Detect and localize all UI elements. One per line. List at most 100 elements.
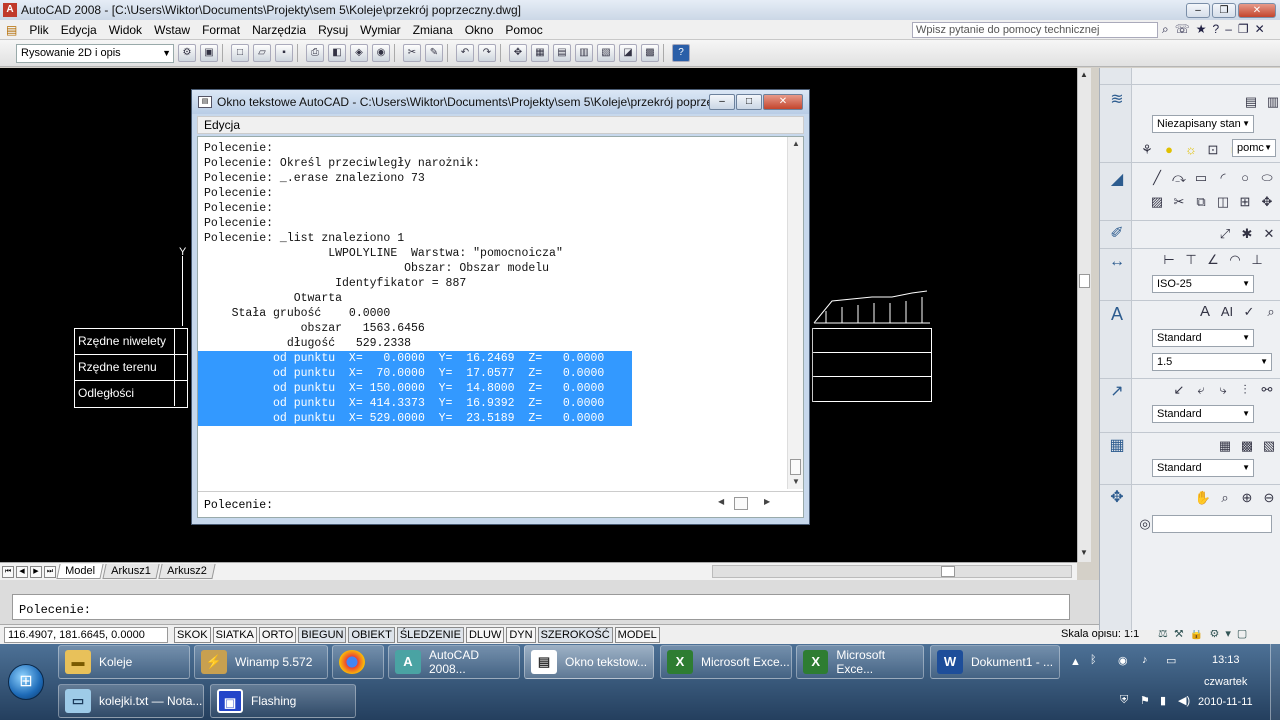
- tab-model[interactable]: Model: [56, 564, 104, 579]
- prev-tab-icon[interactable]: ◀: [16, 565, 28, 578]
- named-views-select[interactable]: [1152, 515, 1272, 533]
- cut-icon[interactable]: ✂: [403, 44, 421, 62]
- zoom-previous-icon[interactable]: ⊖: [1260, 489, 1278, 507]
- first-tab-icon[interactable]: ⏮: [2, 565, 14, 578]
- export-table-icon[interactable]: ▧: [1260, 437, 1278, 455]
- properties-icon[interactable]: ▦: [531, 44, 549, 62]
- help-button-icon[interactable]: ?: [672, 44, 690, 62]
- taskbar-excel-2[interactable]: X Microsoft Exce...: [796, 645, 924, 679]
- text-window-minimize-button[interactable]: –: [709, 94, 735, 110]
- hatch-icon[interactable]: ▨: [1148, 193, 1166, 211]
- toggle-dyn[interactable]: DYN: [506, 626, 536, 643]
- drawing-vertical-scrollbar[interactable]: ▲ ▼: [1077, 68, 1091, 562]
- undo-icon[interactable]: ↶: [456, 44, 474, 62]
- taskbar-text-window[interactable]: ▤ Okno tekstow...: [524, 645, 654, 679]
- table-style-icon[interactable]: ▩: [1238, 437, 1256, 455]
- show-desktop-button[interactable]: [1270, 644, 1280, 720]
- toggle-obiekt[interactable]: OBIEKT: [348, 626, 395, 643]
- menu-edycja-text-window[interactable]: Edycja: [204, 118, 240, 132]
- zoom-window-icon[interactable]: ⊕: [1238, 489, 1256, 507]
- text-height-select[interactable]: 1.5 ▼: [1152, 353, 1272, 371]
- remove-leader-icon[interactable]: ⤷: [1214, 381, 1232, 399]
- lightbulb-icon[interactable]: ●: [1160, 141, 1178, 159]
- collect-leader-icon[interactable]: ⚯: [1258, 381, 1276, 399]
- arc-icon[interactable]: ◜: [1214, 169, 1232, 187]
- start-button[interactable]: ⊞: [8, 664, 44, 700]
- new-file-icon[interactable]: □: [231, 44, 249, 62]
- toggle-siatka[interactable]: SIATKA: [212, 626, 257, 643]
- linear-dim-icon[interactable]: ⊢: [1160, 251, 1178, 269]
- command-line-input[interactable]: Polecenie:: [12, 594, 1070, 620]
- publish-icon[interactable]: ◈: [350, 44, 368, 62]
- favorites-icon[interactable]: ★: [1196, 22, 1207, 37]
- autocad-app-icon[interactable]: A: [3, 3, 17, 17]
- taskbar-chrome[interactable]: [332, 645, 384, 679]
- region-icon[interactable]: ◫: [1214, 193, 1232, 211]
- move-icon[interactable]: ✥: [1258, 193, 1276, 211]
- clock-date[interactable]: 2010-11-11: [1198, 696, 1253, 708]
- coordinates-readout[interactable]: 116.4907, 181.6645, 0.0000: [4, 626, 168, 643]
- lock-icon[interactable]: ⊡: [1204, 141, 1222, 159]
- toggle-biegun[interactable]: BIEGUN: [298, 626, 347, 643]
- layer-state-select[interactable]: Niezapisany stan ▼: [1152, 115, 1254, 133]
- mleader-icon[interactable]: ↙: [1170, 381, 1188, 399]
- search-icon[interactable]: ⌕: [1162, 22, 1169, 37]
- text-window-vertical-scrollbar[interactable]: ▲ ▼: [787, 137, 803, 489]
- mleader-style-select[interactable]: Standard ▼: [1152, 405, 1254, 423]
- sun-icon[interactable]: ☼: [1182, 141, 1200, 159]
- scroll-left-icon[interactable]: ◀: [718, 497, 724, 506]
- restore-button[interactable]: ❐: [1212, 2, 1236, 18]
- menu-zmiana[interactable]: Zmiana: [407, 23, 459, 37]
- text-window-prompt[interactable]: Polecenie:: [204, 499, 273, 512]
- doc-restore-icon[interactable]: ❐: [1238, 22, 1249, 37]
- menu-narzedzia[interactable]: Narzędzia: [246, 23, 312, 37]
- scroll-down-icon[interactable]: ▼: [792, 477, 800, 486]
- redo-icon[interactable]: ↷: [478, 44, 496, 62]
- menu-widok[interactable]: Widok: [103, 23, 148, 37]
- dtext-icon[interactable]: AI: [1218, 303, 1236, 321]
- baseline-dim-icon[interactable]: ⊥: [1248, 251, 1266, 269]
- mirror-icon[interactable]: ⧉: [1192, 193, 1210, 211]
- text-style-select[interactable]: Standard ▼: [1152, 329, 1254, 347]
- doc-minimize-icon[interactable]: –: [1225, 22, 1232, 37]
- design-web-icon[interactable]: ◉: [372, 44, 390, 62]
- last-tab-icon[interactable]: ⏭: [44, 565, 56, 578]
- menu-edycja[interactable]: Edycja: [55, 23, 103, 37]
- ellipse-icon[interactable]: ⬭: [1258, 169, 1276, 187]
- layer-select[interactable]: pomc ▼: [1232, 139, 1276, 157]
- spell-check-icon[interactable]: ✓: [1240, 303, 1258, 321]
- polyline-icon[interactable]: ⤼: [1170, 169, 1188, 187]
- taskbar-winamp[interactable]: ⚡ Winamp 5.572: [194, 645, 328, 679]
- design-center-icon[interactable]: ▤: [553, 44, 571, 62]
- command-history-log[interactable]: Polecenie: Polecenie: Określ przeciwległy…: [198, 141, 784, 426]
- taskbar-excel-1[interactable]: X Microsoft Exce...: [660, 645, 792, 679]
- doc-menu-icon[interactable]: ▤: [0, 23, 23, 37]
- rectangle-icon[interactable]: ▭: [1192, 169, 1210, 187]
- stretch-icon[interactable]: ⤢: [1216, 225, 1234, 243]
- scroll-up-icon[interactable]: ▲: [792, 139, 800, 148]
- plot-preview-icon[interactable]: ◧: [328, 44, 346, 62]
- calculator-icon[interactable]: ▩: [641, 44, 659, 62]
- tab-arkusz2[interactable]: Arkusz2: [158, 564, 216, 579]
- layer-state-icon[interactable]: ▥: [1264, 93, 1280, 111]
- pan-icon[interactable]: ✥: [509, 44, 527, 62]
- toggle-sledzenie[interactable]: ŚLEDZENIE: [396, 626, 464, 643]
- workspace-select[interactable]: Rysowanie 2D i opis ▼: [16, 43, 174, 63]
- scroll-up-icon[interactable]: ▲: [1080, 70, 1088, 79]
- insert-table-icon[interactable]: ▦: [1216, 437, 1234, 455]
- bluetooth-icon[interactable]: ᛒ: [1090, 654, 1097, 666]
- explode-icon[interactable]: ✱: [1238, 225, 1256, 243]
- doc-close-icon[interactable]: ✕: [1255, 22, 1265, 37]
- text-window-titlebar[interactable]: ▤ Okno tekstowe AutoCAD - C:\Users\Wikto…: [192, 90, 809, 114]
- menu-wstaw[interactable]: Wstaw: [148, 23, 196, 37]
- text-window-maximize-button[interactable]: □: [736, 94, 762, 110]
- communication-center-icon[interactable]: ☏: [1175, 22, 1190, 37]
- match-properties-icon[interactable]: ✎: [425, 44, 443, 62]
- workspace-save-icon[interactable]: ▣: [200, 44, 218, 62]
- scroll-thumb[interactable]: [941, 566, 955, 577]
- dim-style-select[interactable]: ISO-25 ▼: [1152, 275, 1254, 293]
- line-icon[interactable]: ╱: [1148, 169, 1166, 187]
- find-text-icon[interactable]: ⌕: [1262, 303, 1280, 321]
- aligned-dim-icon[interactable]: ⊤: [1182, 251, 1200, 269]
- text-window-close-button[interactable]: ✕: [763, 94, 803, 110]
